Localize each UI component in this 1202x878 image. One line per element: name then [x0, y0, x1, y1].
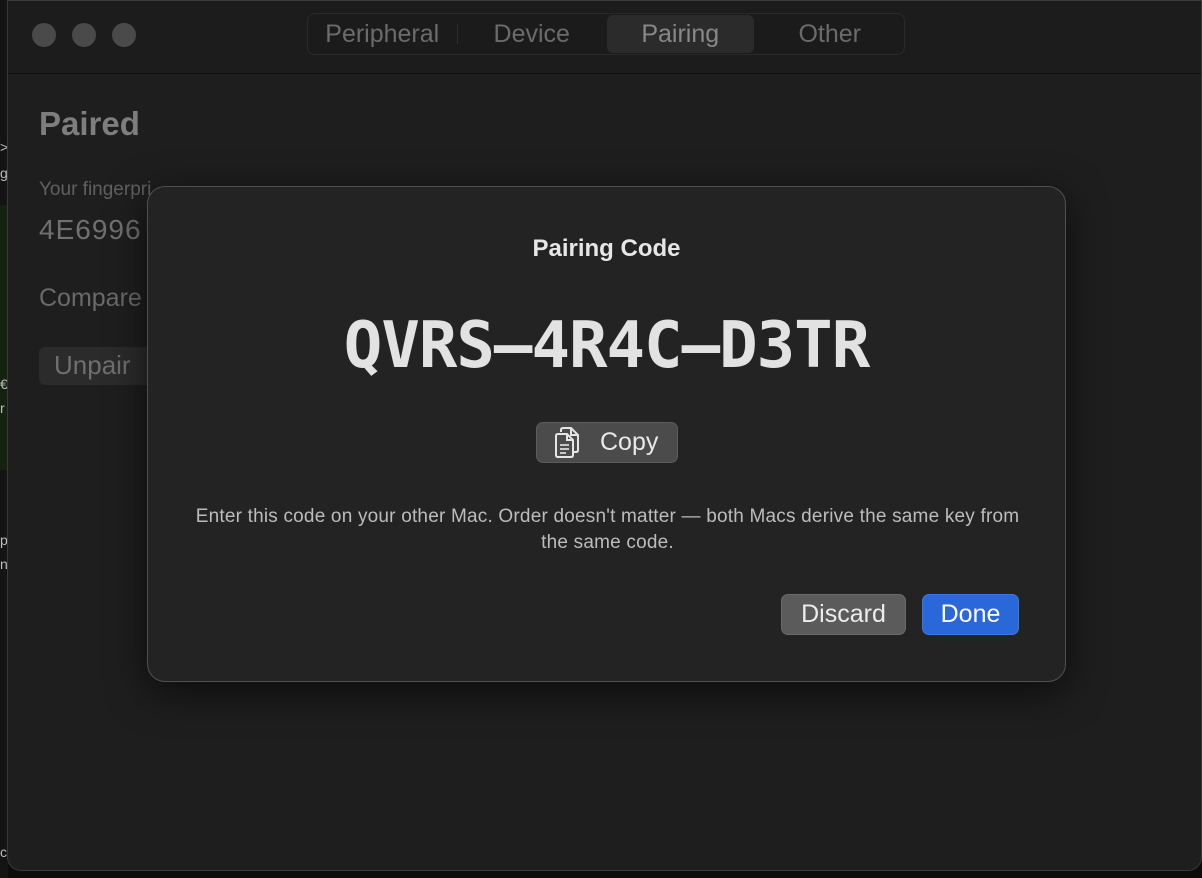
copy-button-label: Copy	[600, 428, 659, 456]
pairing-code: QVRS–4R4C–D3TR	[343, 309, 870, 383]
tab-divider	[755, 24, 756, 44]
tab-device[interactable]: Device	[459, 15, 606, 53]
edge-text: c	[0, 844, 7, 860]
doc-on-doc-icon	[555, 427, 579, 458]
sheet-title: Pairing Code	[532, 235, 681, 262]
fingerprint-label: Your fingerpri	[39, 179, 152, 200]
tab-other[interactable]: Other	[757, 15, 904, 53]
minimize-window-button[interactable]	[72, 23, 96, 47]
instructions-text: Enter this code on your other Mac. Order…	[195, 506, 1020, 553]
title-bar: Peripheral Device Pairing Other	[8, 1, 1201, 74]
section-title: Paired	[39, 105, 140, 142]
done-button[interactable]: Done	[922, 594, 1019, 635]
zoom-window-button[interactable]	[112, 23, 136, 47]
tab-pairing[interactable]: Pairing	[607, 15, 754, 53]
close-window-button[interactable]	[32, 23, 56, 47]
tab-peripheral[interactable]: Peripheral	[309, 15, 456, 53]
discard-button[interactable]: Discard	[781, 594, 906, 635]
tab-bar: Peripheral Device Pairing Other	[307, 13, 905, 55]
fingerprint-value: 4E6996	[39, 214, 142, 245]
edge-text: r	[0, 400, 5, 416]
pairing-code-sheet: Pairing Code QVRS–4R4C–D3TR Copy Enter t…	[147, 186, 1066, 682]
compare-text: Compare	[39, 284, 142, 312]
copy-button[interactable]: Copy	[536, 422, 678, 463]
tab-divider	[456, 24, 458, 44]
unpair-button[interactable]: Unpair	[39, 347, 159, 385]
